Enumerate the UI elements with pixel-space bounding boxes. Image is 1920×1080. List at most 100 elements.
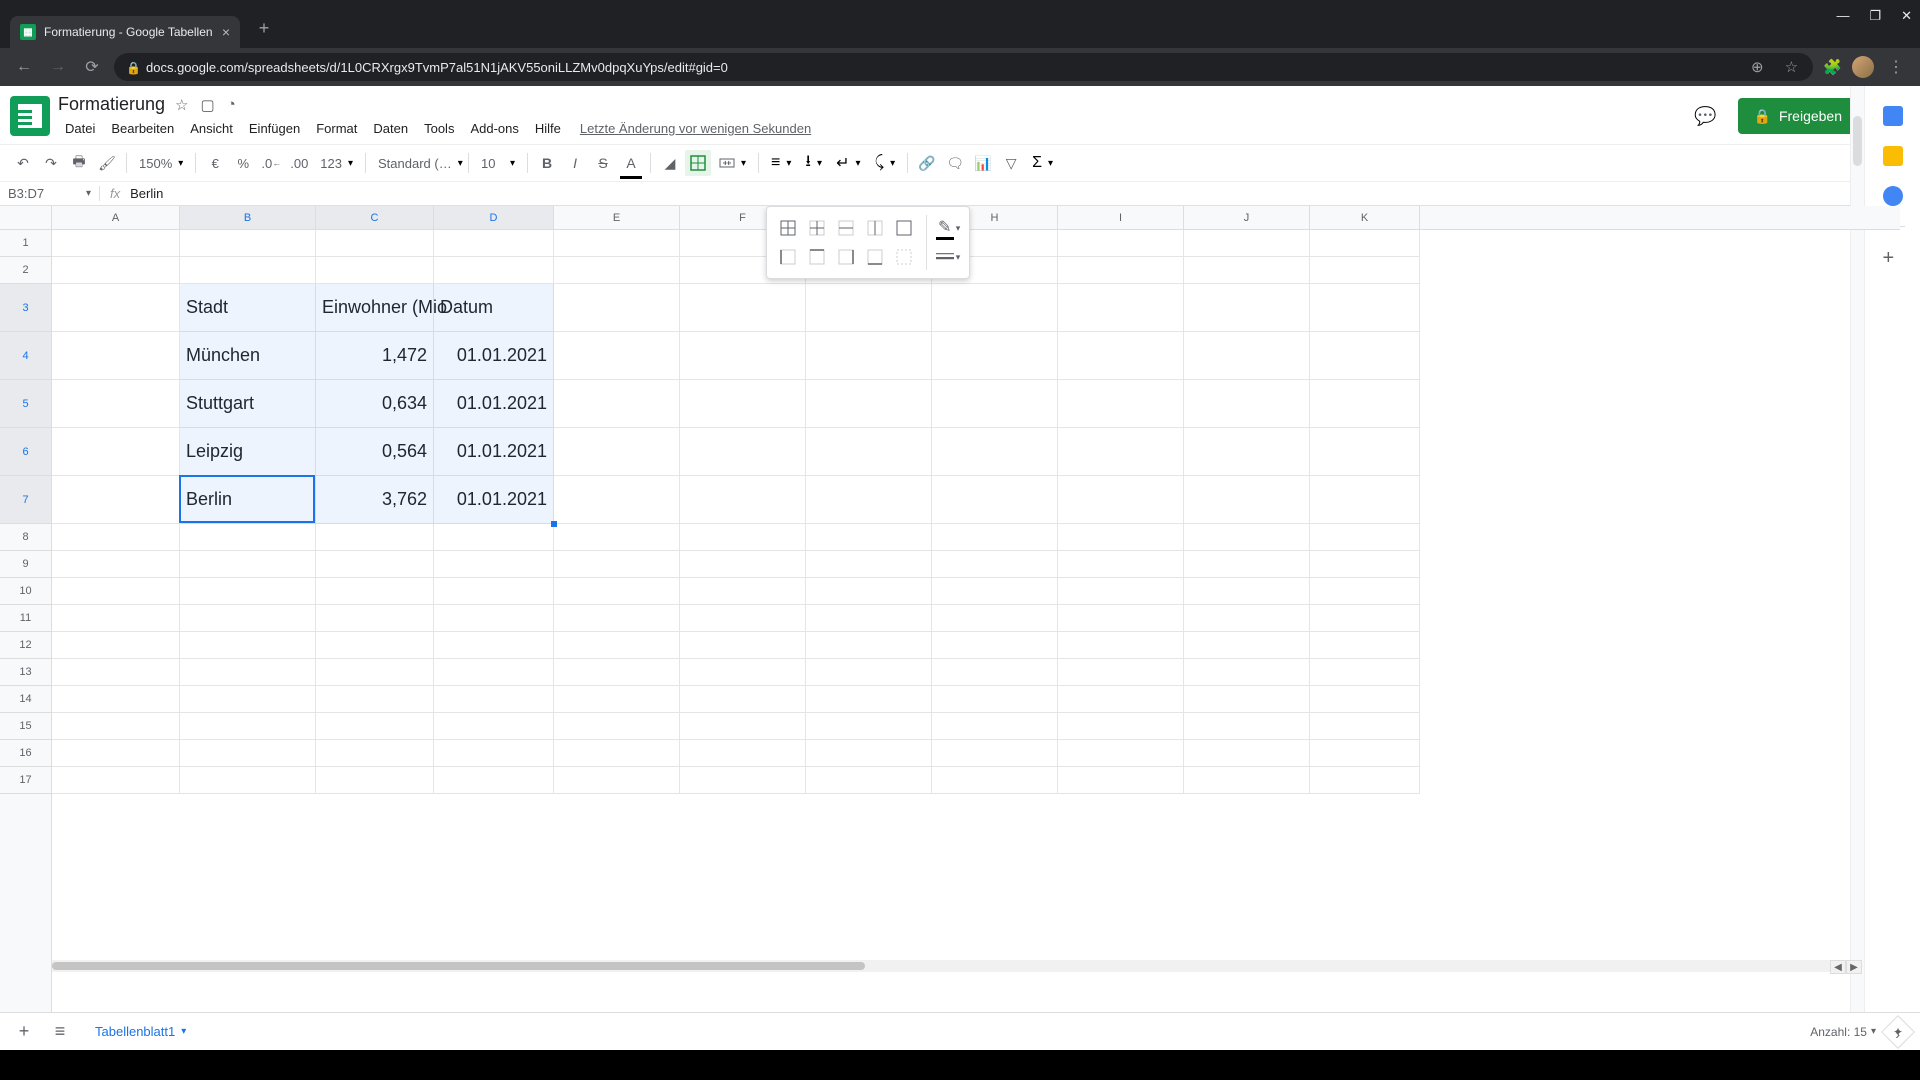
all-sheets-button[interactable]: ≡ <box>46 1018 74 1046</box>
side-panel-toggle[interactable]: › <box>1895 1026 1900 1042</box>
cell-H11[interactable] <box>932 605 1058 632</box>
cell-G8[interactable] <box>806 524 932 551</box>
cell-J6[interactable] <box>1184 428 1310 476</box>
menu-bearbeiten[interactable]: Bearbeiten <box>104 119 181 138</box>
profile-avatar[interactable] <box>1852 56 1874 78</box>
cell-J11[interactable] <box>1184 605 1310 632</box>
cell-E14[interactable] <box>554 686 680 713</box>
cell-A17[interactable] <box>52 767 180 794</box>
cell-B7[interactable]: Berlin <box>180 476 316 524</box>
row-header-7[interactable]: 7 <box>0 476 51 524</box>
cell-I12[interactable] <box>1058 632 1184 659</box>
cell-H15[interactable] <box>932 713 1058 740</box>
cell-H9[interactable] <box>932 551 1058 578</box>
cell-E11[interactable] <box>554 605 680 632</box>
link-button[interactable]: 🔗 <box>914 150 940 176</box>
cell-I4[interactable] <box>1058 332 1184 380</box>
cell-G13[interactable] <box>806 659 932 686</box>
cell-K13[interactable] <box>1310 659 1420 686</box>
cell-A14[interactable] <box>52 686 180 713</box>
comments-button[interactable]: 💬 <box>1688 98 1724 134</box>
cell-I10[interactable] <box>1058 578 1184 605</box>
close-tab-icon[interactable]: × <box>222 24 230 40</box>
cell-B17[interactable] <box>180 767 316 794</box>
cell-D9[interactable] <box>434 551 554 578</box>
cell-E4[interactable] <box>554 332 680 380</box>
menu-format[interactable]: Format <box>309 119 364 138</box>
cell-D14[interactable] <box>434 686 554 713</box>
cell-D7[interactable]: 01.01.2021 <box>434 476 554 524</box>
cell-K12[interactable] <box>1310 632 1420 659</box>
row-header-9[interactable]: 9 <box>0 551 51 578</box>
extensions-icon[interactable]: 🧩 <box>1823 58 1842 76</box>
cell-D11[interactable] <box>434 605 554 632</box>
print-button[interactable]: 🖶 <box>66 150 92 176</box>
cell-G6[interactable] <box>806 428 932 476</box>
cell-G14[interactable] <box>806 686 932 713</box>
cell-F7[interactable] <box>680 476 806 524</box>
col-header-b[interactable]: B <box>180 206 316 229</box>
cell-G7[interactable] <box>806 476 932 524</box>
row-header-15[interactable]: 15 <box>0 713 51 740</box>
cell-B4[interactable]: München <box>180 332 316 380</box>
window-maximize[interactable]: ❐ <box>1869 8 1881 24</box>
cloud-status-icon[interactable]: ◔ <box>227 96 236 114</box>
cell-C9[interactable] <box>316 551 434 578</box>
cell-G17[interactable] <box>806 767 932 794</box>
cell-A12[interactable] <box>52 632 180 659</box>
cell-F6[interactable] <box>680 428 806 476</box>
filter-button[interactable]: ▽ <box>998 150 1024 176</box>
cell-J4[interactable] <box>1184 332 1310 380</box>
cell-J15[interactable] <box>1184 713 1310 740</box>
cell-E8[interactable] <box>554 524 680 551</box>
cell-J7[interactable] <box>1184 476 1310 524</box>
cell-F15[interactable] <box>680 713 806 740</box>
cell-H6[interactable] <box>932 428 1058 476</box>
border-style-button[interactable]: ▾ <box>935 244 961 270</box>
cell-K7[interactable] <box>1310 476 1420 524</box>
fill-color-button[interactable]: ◢ <box>657 150 683 176</box>
cell-B2[interactable] <box>180 257 316 284</box>
cell-K11[interactable] <box>1310 605 1420 632</box>
last-edit-text[interactable]: Letzte Änderung vor wenigen Sekunden <box>570 119 821 138</box>
cell-J5[interactable] <box>1184 380 1310 428</box>
select-all-corner[interactable] <box>0 206 52 230</box>
cell-J2[interactable] <box>1184 257 1310 284</box>
cell-C8[interactable] <box>316 524 434 551</box>
cell-K10[interactable] <box>1310 578 1420 605</box>
cell-D10[interactable] <box>434 578 554 605</box>
undo-button[interactable]: ↶ <box>10 150 36 176</box>
hscroll-right[interactable]: ▶ <box>1846 960 1862 974</box>
cell-B12[interactable] <box>180 632 316 659</box>
cell-B14[interactable] <box>180 686 316 713</box>
cell-J3[interactable] <box>1184 284 1310 332</box>
cell-I5[interactable] <box>1058 380 1184 428</box>
cell-F10[interactable] <box>680 578 806 605</box>
address-bar[interactable]: 🔒 docs.google.com/spreadsheets/d/1L0CRXr… <box>114 53 1813 81</box>
h-align-button[interactable]: ≡▾ <box>765 154 797 172</box>
cell-K6[interactable] <box>1310 428 1420 476</box>
star-icon[interactable]: ☆ <box>1781 57 1801 77</box>
cell-K15[interactable] <box>1310 713 1420 740</box>
menu-ansicht[interactable]: Ansicht <box>183 119 240 138</box>
row-header-11[interactable]: 11 <box>0 605 51 632</box>
cell-K16[interactable] <box>1310 740 1420 767</box>
menu-hilfe[interactable]: Hilfe <box>528 119 568 138</box>
forward-button[interactable]: → <box>46 55 70 79</box>
cell-K14[interactable] <box>1310 686 1420 713</box>
row-header-14[interactable]: 14 <box>0 686 51 713</box>
cell-I3[interactable] <box>1058 284 1184 332</box>
font-family-select[interactable]: Standard (…▾ <box>372 156 462 171</box>
new-tab-button[interactable]: + <box>250 14 278 42</box>
row-header-12[interactable]: 12 <box>0 632 51 659</box>
row-header-13[interactable]: 13 <box>0 659 51 686</box>
window-minimize[interactable]: — <box>1836 8 1849 24</box>
cell-C10[interactable] <box>316 578 434 605</box>
cell-C15[interactable] <box>316 713 434 740</box>
cell-D1[interactable] <box>434 230 554 257</box>
cell-H4[interactable] <box>932 332 1058 380</box>
cell-B16[interactable] <box>180 740 316 767</box>
cell-D8[interactable] <box>434 524 554 551</box>
fill-handle[interactable] <box>551 521 557 527</box>
cell-J10[interactable] <box>1184 578 1310 605</box>
